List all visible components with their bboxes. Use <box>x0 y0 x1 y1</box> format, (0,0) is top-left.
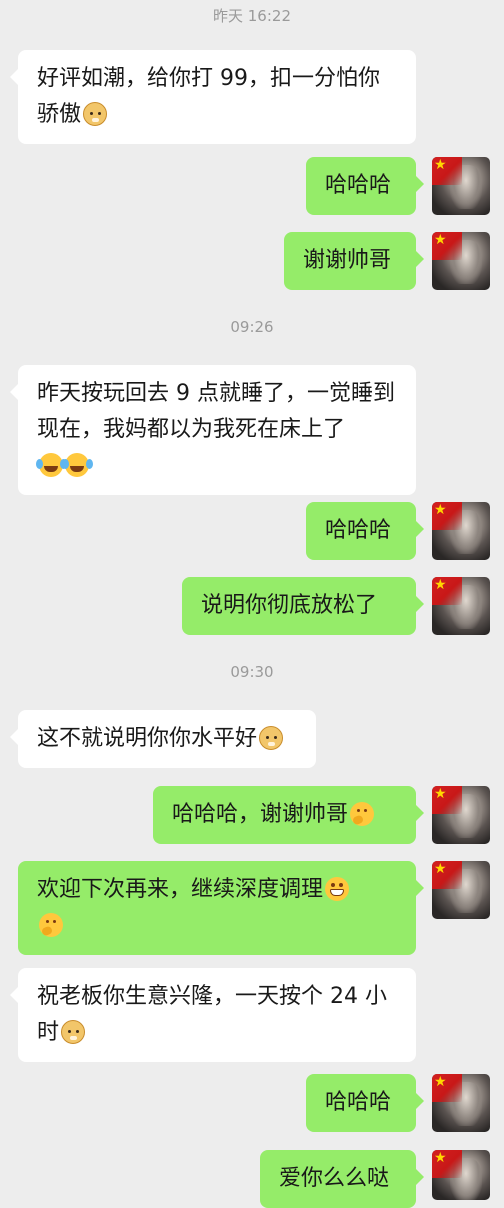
star-icon: ★ <box>434 157 447 173</box>
self-avatar[interactable]: ★ <box>432 861 490 919</box>
star-icon: ★ <box>434 502 447 518</box>
star-icon: ★ <box>434 1150 447 1166</box>
outgoing-message-bubble[interactable]: 哈哈哈 <box>306 157 424 215</box>
doge-emoji-icon <box>83 102 108 126</box>
incoming-message-bubble[interactable]: 好评如潮，给你打 99，扣一分怕你骄傲 <box>10 50 416 144</box>
message-text: 哈哈哈，谢谢帅哥 <box>172 802 349 827</box>
message-text: 祝老板你生意兴隆，一天按个 24 小时 <box>37 984 387 1045</box>
outgoing-message-bubble[interactable]: 哈哈哈，谢谢帅哥 <box>153 786 424 844</box>
outgoing-message-bubble[interactable]: 爱你么么哒 <box>260 1150 424 1208</box>
doge-emoji-icon <box>259 726 284 750</box>
self-avatar[interactable]: ★ <box>432 502 490 560</box>
self-avatar[interactable]: ★ <box>432 786 490 844</box>
self-avatar[interactable]: ★ <box>432 1150 490 1200</box>
thinking-emoji-icon <box>39 913 63 937</box>
message-text: 爱你么么哒 <box>279 1166 390 1191</box>
outgoing-message-bubble[interactable]: 谢谢帅哥 <box>284 232 424 290</box>
incoming-message-bubble[interactable]: 祝老板你生意兴隆，一天按个 24 小时 <box>10 968 416 1062</box>
message-text: 欢迎下次再来，继续深度调理 <box>37 877 324 902</box>
message-text: 哈哈哈 <box>325 173 392 198</box>
message-text: 昨天按玩回去 9 点就睡了，一觉睡到现在，我妈都以为我死在床上了 <box>37 381 395 442</box>
star-icon: ★ <box>434 577 447 593</box>
incoming-message-bubble[interactable]: 昨天按玩回去 9 点就睡了，一觉睡到现在，我妈都以为我死在床上了 <box>10 365 416 495</box>
laugh-cry-emoji-icon <box>62 453 89 477</box>
message-text: 这不就说明你你水平好 <box>37 726 258 751</box>
message-text: 哈哈哈 <box>325 1090 392 1115</box>
self-avatar[interactable]: ★ <box>432 157 490 215</box>
timestamp: 09:26 <box>230 318 274 336</box>
grin-emoji-icon <box>325 877 350 901</box>
laugh-cry-emoji-icon <box>36 453 63 477</box>
message-text: 哈哈哈 <box>325 518 392 543</box>
message-text: 谢谢帅哥 <box>303 248 392 273</box>
incoming-message-bubble[interactable]: 这不就说明你你水平好 <box>10 710 316 768</box>
outgoing-message-bubble[interactable]: 哈哈哈 <box>306 502 424 560</box>
star-icon: ★ <box>434 232 447 248</box>
timestamp: 09:30 <box>230 663 274 681</box>
thinking-emoji-icon <box>350 802 375 826</box>
self-avatar[interactable]: ★ <box>432 1074 490 1132</box>
self-avatar[interactable]: ★ <box>432 577 490 635</box>
message-text: 说明你彻底放松了 <box>201 593 378 618</box>
star-icon: ★ <box>434 1074 447 1090</box>
outgoing-message-bubble[interactable]: 哈哈哈 <box>306 1074 424 1132</box>
star-icon: ★ <box>434 786 447 802</box>
self-avatar[interactable]: ★ <box>432 232 490 290</box>
outgoing-message-bubble[interactable]: 欢迎下次再来，继续深度调理 <box>18 861 424 955</box>
doge-emoji-icon <box>61 1020 86 1044</box>
outgoing-message-bubble[interactable]: 说明你彻底放松了 <box>182 577 424 635</box>
star-icon: ★ <box>434 861 447 877</box>
timestamp: 昨天 16:22 <box>213 7 291 25</box>
